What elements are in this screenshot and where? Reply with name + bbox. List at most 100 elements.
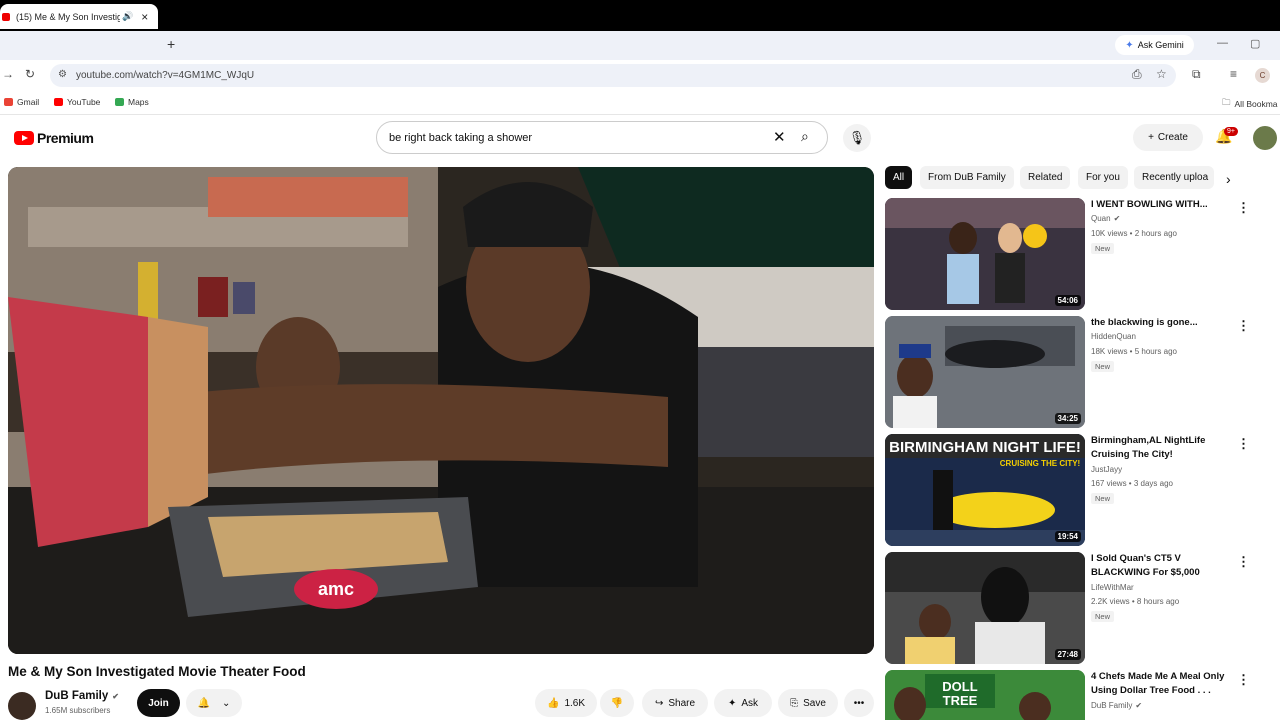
minimize-icon[interactable]: —: [1217, 37, 1228, 49]
recommendation-item[interactable]: 27:48 I Sold Quan's CT5 V BLACKWING For …: [885, 552, 1265, 664]
video-player[interactable]: amc: [8, 167, 874, 654]
amc-box-logo: amc: [318, 579, 354, 599]
speaker-icon[interactable]: 🔊: [122, 11, 133, 22]
extensions-icon[interactable]: ⧉: [1192, 67, 1201, 82]
recommendation-channel[interactable]: Quan ✔: [1091, 214, 1120, 223]
youtube-premium-logo[interactable]: Premium: [14, 130, 94, 146]
share-icon: ↪: [654, 697, 664, 709]
more-icon: •••: [853, 697, 865, 709]
youtube-logo-icon: [14, 131, 34, 145]
subscriber-count: 1.65M subscribers: [45, 706, 111, 715]
chip-recently-uploaded[interactable]: Recently uploa: [1134, 166, 1214, 189]
recommendation-item[interactable]: DOLL TREE 4 Chefs Made Me A Meal Only Us…: [885, 670, 1265, 720]
channel-text: JustJayy: [1091, 465, 1123, 474]
like-button[interactable]: 👍 1.6K: [535, 689, 597, 717]
bookmark-star-icon[interactable]: ☆: [1156, 67, 1167, 81]
profile-avatar[interactable]: C: [1255, 68, 1270, 83]
gemini-sparkle-icon: ✦: [1125, 39, 1134, 51]
bookmark-gmail[interactable]: Gmail: [4, 97, 39, 107]
sparkle-icon: ✦: [727, 697, 737, 709]
recommendation-meta: 167 views • 3 days ago: [1091, 479, 1173, 488]
bookmark-maps[interactable]: Maps: [115, 97, 149, 107]
new-tab-icon[interactable]: +: [167, 36, 175, 52]
channel-name-text: DuB Family: [45, 690, 109, 702]
ask-gemini-label: Ask Gemini: [1137, 40, 1184, 50]
recommendation-title[interactable]: Birmingham,AL NightLife Cruising The Cit…: [1091, 434, 1231, 462]
search-input[interactable]: be right back taking a shower ✕ ⌕: [376, 121, 828, 154]
video-thumbnail[interactable]: DOLL TREE: [885, 670, 1085, 720]
recommendation-title[interactable]: I WENT BOWLING WITH...: [1091, 198, 1231, 212]
chip-related[interactable]: Related: [1020, 166, 1071, 189]
recommendation-item[interactable]: BIRMINGHAM NIGHT LIFE! CRUISING THE CITY…: [885, 434, 1265, 546]
more-actions-button[interactable]: •••: [844, 689, 874, 717]
kebab-menu-icon[interactable]: ⋮: [1237, 200, 1250, 216]
video-thumbnail[interactable]: 54:06: [885, 198, 1085, 310]
ask-gemini-button[interactable]: ✦ Ask Gemini: [1115, 35, 1194, 55]
thumbnail-overlay-title: BIRMINGHAM NIGHT LIFE!: [889, 439, 1081, 456]
address-bar[interactable]: ⚙ youtube.com/watch?v=4GM1MC_WJqU: [50, 64, 1176, 87]
all-bookmarks[interactable]: 🗀 All Bookma: [1222, 97, 1278, 111]
kebab-menu-icon[interactable]: ⋮: [1237, 436, 1250, 452]
recommendation-item[interactable]: 34:25 the blackwing is gone... HiddenQua…: [885, 316, 1265, 428]
tab-title: (15) Me & My Son Investig: [16, 11, 120, 22]
folder-icon: 🗀: [1222, 97, 1231, 107]
channel-avatar[interactable]: [8, 692, 36, 720]
recommendation-title[interactable]: the blackwing is gone...: [1091, 316, 1231, 330]
site-settings-icon[interactable]: ⚙: [58, 69, 67, 80]
recommendation-meta: 10K views • 2 hours ago: [1091, 229, 1177, 238]
close-tab-icon[interactable]: ×: [141, 10, 148, 24]
video-title: Me & My Son Investigated Movie Theater F…: [8, 664, 306, 679]
os-top-bar: [0, 0, 1280, 31]
new-badge: New: [1091, 361, 1115, 372]
thumbs-up-icon: 👍: [546, 697, 560, 709]
dislike-button[interactable]: 👎: [600, 689, 634, 717]
recommendation-channel[interactable]: JustJayy: [1091, 465, 1122, 474]
media-controls-icon[interactable]: ≡: [1230, 67, 1237, 81]
search-icon[interactable]: ⌕: [801, 128, 809, 145]
channel-text: Quan: [1091, 214, 1111, 223]
all-bookmarks-label: All Bookma: [1234, 99, 1278, 109]
video-thumbnail[interactable]: 34:25: [885, 316, 1085, 428]
chip-from-dub-family[interactable]: From DuB Family: [920, 166, 1014, 189]
clear-search-icon[interactable]: ✕: [773, 128, 786, 146]
chip-for-you[interactable]: For you: [1078, 166, 1128, 189]
video-duration: 27:48: [1054, 649, 1081, 660]
save-button[interactable]: ⎘ Save: [778, 689, 838, 717]
kebab-menu-icon[interactable]: ⋮: [1237, 672, 1250, 688]
video-thumbnail[interactable]: BIRMINGHAM NIGHT LIFE! CRUISING THE CITY…: [885, 434, 1085, 546]
voice-search-icon[interactable]: 🎙: [843, 124, 871, 152]
browser-tab-active[interactable]: (15) Me & My Son Investig 🔊 ×: [0, 4, 158, 29]
kebab-menu-icon[interactable]: ⋮: [1237, 318, 1250, 334]
channel-name[interactable]: DuB Family ✔: [45, 690, 119, 702]
thumbnail-overlay-subtitle: CRUISING THE CITY!: [1000, 459, 1080, 468]
save-label: Save: [803, 697, 826, 709]
join-button[interactable]: Join: [137, 689, 180, 717]
create-button[interactable]: + Create: [1133, 124, 1203, 151]
forward-icon[interactable]: →: [2, 67, 14, 81]
install-app-icon[interactable]: ⎙: [1132, 67, 1142, 82]
recommendation-title[interactable]: I Sold Quan's CT5 V BLACKWING For $5,000: [1091, 552, 1231, 580]
channel-text: LifeWithMar: [1091, 583, 1134, 592]
chevron-right-icon[interactable]: ›: [1226, 171, 1231, 187]
chip-all[interactable]: All: [885, 166, 913, 189]
gmail-icon: [4, 98, 13, 106]
maximize-icon[interactable]: ▢: [1250, 37, 1260, 50]
channel-text: DuB Family: [1091, 701, 1133, 710]
recommendation-channel[interactable]: HiddenQuan: [1091, 332, 1136, 341]
user-avatar[interactable]: [1253, 126, 1277, 150]
recommendation-title[interactable]: 4 Chefs Made Me A Meal Only Using Dollar…: [1091, 670, 1231, 698]
recommendation-item[interactable]: 54:06 I WENT BOWLING WITH... Quan ✔ 10K …: [885, 198, 1265, 310]
share-button[interactable]: ↪ Share: [642, 689, 708, 717]
recommendation-channel[interactable]: LifeWithMar: [1091, 583, 1134, 592]
ask-button[interactable]: ✦ Ask: [714, 689, 772, 717]
recommendation-meta: 2.2K views • 8 hours ago: [1091, 597, 1180, 606]
kebab-menu-icon[interactable]: ⋮: [1237, 554, 1250, 570]
recommendation-channel[interactable]: DuB Family ✔: [1091, 701, 1142, 710]
video-thumbnail[interactable]: 27:48: [885, 552, 1085, 664]
like-count: 1.6K: [564, 697, 586, 709]
youtube-icon: [54, 98, 63, 106]
bookmark-youtube[interactable]: YouTube: [54, 97, 100, 107]
share-label: Share: [668, 697, 696, 709]
subscription-bell-button[interactable]: 🔔 ⌄: [186, 689, 242, 717]
reload-icon[interactable]: ↻: [25, 67, 35, 81]
